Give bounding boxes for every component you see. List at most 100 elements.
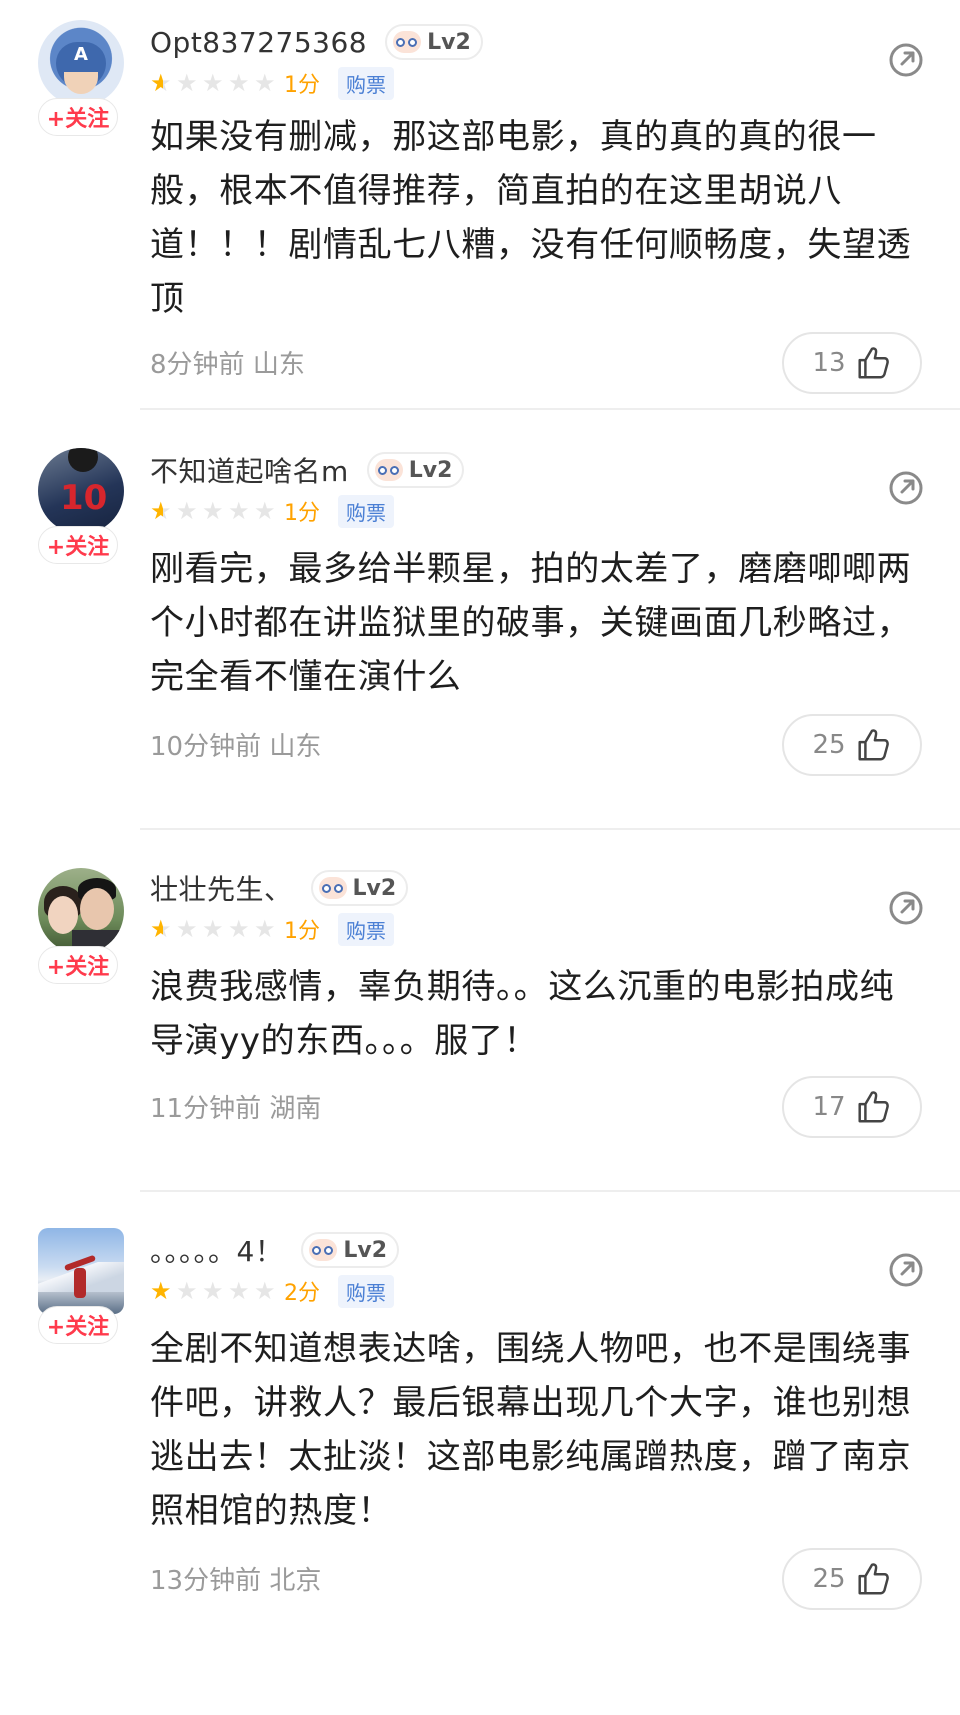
username[interactable]: 不知道起啥名m xyxy=(150,450,349,490)
name-row: 壮壮先生、 Lv2 xyxy=(150,866,409,910)
comment-text: 刚看完，最多给半颗星，拍的太差了，磨磨唧唧两个小时都在讲监狱里的破事，关键画面几… xyxy=(150,549,912,697)
avatar[interactable]: 10 xyxy=(38,448,124,534)
thumbs-up-icon xyxy=(858,347,889,379)
level-badge: Lv2 xyxy=(310,870,409,906)
comment-card: +关注 。。。。。4！ Lv2 ★ ★ ★ ★ ★ 2分 购票 全剧不知道想表达… xyxy=(0,1192,960,1715)
level-text: Lv2 xyxy=(352,875,397,901)
comment-meta: 8分钟前 山东 xyxy=(150,344,305,381)
star-icon: ★ xyxy=(228,69,250,97)
like-button[interactable]: 25 xyxy=(782,714,922,776)
comment-meta: 11分钟前 湖南 xyxy=(150,1088,321,1125)
star-icon: ★ xyxy=(202,69,224,97)
score: 1分 xyxy=(284,919,320,944)
username[interactable]: Opt837275368 xyxy=(150,26,367,59)
rating-row: ★ ★ ★ ★ ★ 1分 购票 xyxy=(150,912,394,946)
username[interactable]: 。。。。。4！ xyxy=(150,1230,283,1270)
star-icon: ★ xyxy=(254,69,276,97)
comment-text: 如果没有删减，那这部电影，真的真的真的很一般，根本不值得推荐，简直拍的在这里胡说… xyxy=(150,117,912,319)
level-text: Lv2 xyxy=(343,1237,387,1263)
level-badge: Lv2 xyxy=(385,24,483,60)
comment-location: 山东 xyxy=(252,350,305,380)
username[interactable]: 壮壮先生、 xyxy=(150,868,293,908)
star-icon: ★ xyxy=(176,915,198,943)
score: 1分 xyxy=(284,73,320,98)
comment-meta: 10分钟前 山东 xyxy=(150,726,321,763)
comment-text: 浪费我感情，辜负期待。。这么沉重的电影拍成纯导演yy的东西。。。服了！ xyxy=(150,967,895,1061)
comment-card: +关注 壮壮先生、 Lv2 ★ ★ ★ ★ ★ 1分 购票 浪费我感情，辜负期待… xyxy=(0,830,960,1192)
like-button[interactable]: 13 xyxy=(782,332,922,394)
level-mascot-icon xyxy=(393,31,422,53)
thumbs-up-icon xyxy=(858,1091,889,1123)
comment-time: 13分钟前 xyxy=(150,1566,262,1596)
star-icon: ★ xyxy=(150,1277,172,1305)
score: 1分 xyxy=(284,501,320,526)
avatar[interactable]: A xyxy=(38,20,124,106)
comment-time: 8分钟前 xyxy=(150,350,245,380)
rating-row: ★ ★ ★ ★ ★ 2分 购票 xyxy=(150,1274,394,1308)
like-count: 25 xyxy=(812,730,846,760)
level-badge: Lv2 xyxy=(366,452,465,488)
comment-card: A +关注 Opt837275368 Lv2 ★ ★ ★ ★ ★ 1分 购票 如… xyxy=(0,0,960,410)
author-column: +关注 xyxy=(38,1228,124,1344)
star-icon: ★ xyxy=(176,497,198,525)
avatar[interactable] xyxy=(38,868,124,954)
like-count: 25 xyxy=(812,1564,846,1594)
star-icon: ★ xyxy=(254,497,276,525)
name-row: Opt837275368 Lv2 xyxy=(150,20,483,64)
author-column: 10 +关注 xyxy=(38,448,124,564)
rating-row: ★ ★ ★ ★ ★ 1分 购票 xyxy=(150,494,394,528)
name-row: 。。。。。4！ Lv2 xyxy=(150,1228,399,1272)
follow-button[interactable]: +关注 xyxy=(38,526,118,564)
like-count: 13 xyxy=(812,348,846,378)
comment-location: 山东 xyxy=(269,732,322,762)
level-mascot-icon xyxy=(309,1239,338,1261)
star-icon: ★ xyxy=(150,917,176,941)
rating-row: ★ ★ ★ ★ ★ 1分 购票 xyxy=(150,66,394,100)
comment-meta: 13分钟前 北京 xyxy=(150,1560,321,1597)
star-icon: ★ xyxy=(150,71,176,95)
follow-button[interactable]: +关注 xyxy=(38,98,118,136)
purchase-tag: 购票 xyxy=(338,494,394,528)
star-icon: ★ xyxy=(202,497,224,525)
level-text: Lv2 xyxy=(427,29,471,55)
star-icon: ★ xyxy=(150,499,176,523)
comment-location: 湖南 xyxy=(269,1094,322,1124)
share-icon[interactable] xyxy=(886,468,926,508)
share-icon[interactable] xyxy=(886,40,926,80)
follow-button[interactable]: +关注 xyxy=(38,1306,118,1344)
score: 2分 xyxy=(284,1281,320,1306)
purchase-tag: 购票 xyxy=(338,66,394,100)
star-icon: ★ xyxy=(228,1277,250,1305)
star-icon: ★ xyxy=(176,69,198,97)
thumbs-up-icon xyxy=(858,729,889,761)
author-column: +关注 xyxy=(38,868,124,984)
share-icon[interactable] xyxy=(886,888,926,928)
star-icon: ★ xyxy=(228,915,250,943)
level-mascot-icon xyxy=(318,877,347,899)
star-icon: ★ xyxy=(254,915,276,943)
purchase-tag: 购票 xyxy=(338,912,394,946)
author-column: A +关注 xyxy=(38,20,124,136)
thumbs-up-icon xyxy=(858,1563,889,1595)
level-badge: Lv2 xyxy=(301,1232,399,1268)
like-button[interactable]: 25 xyxy=(782,1548,922,1610)
comment-location: 北京 xyxy=(269,1566,322,1596)
level-mascot-icon xyxy=(374,459,403,481)
comment-time: 11分钟前 xyxy=(150,1094,262,1124)
star-icon: ★ xyxy=(228,497,250,525)
star-icon: ★ xyxy=(254,1277,276,1305)
avatar[interactable] xyxy=(38,1228,124,1314)
name-row: 不知道起啥名m Lv2 xyxy=(150,448,465,492)
purchase-tag: 购票 xyxy=(338,1274,394,1308)
level-text: Lv2 xyxy=(408,457,453,483)
comment-text: 全剧不知道想表达啥，围绕人物吧，也不是围绕事件吧，讲救人？最后银幕出现几个大字，… xyxy=(150,1329,912,1531)
comment-time: 10分钟前 xyxy=(150,732,262,762)
star-icon: ★ xyxy=(202,915,224,943)
comment-card: 10 +关注 不知道起啥名m Lv2 ★ ★ ★ ★ ★ 1分 购票 刚看完，最… xyxy=(0,410,960,830)
share-icon[interactable] xyxy=(886,1250,926,1290)
like-count: 17 xyxy=(812,1092,846,1122)
star-icon: ★ xyxy=(202,1277,224,1305)
star-icon: ★ xyxy=(176,1277,198,1305)
follow-button[interactable]: +关注 xyxy=(38,946,118,984)
like-button[interactable]: 17 xyxy=(782,1076,922,1138)
